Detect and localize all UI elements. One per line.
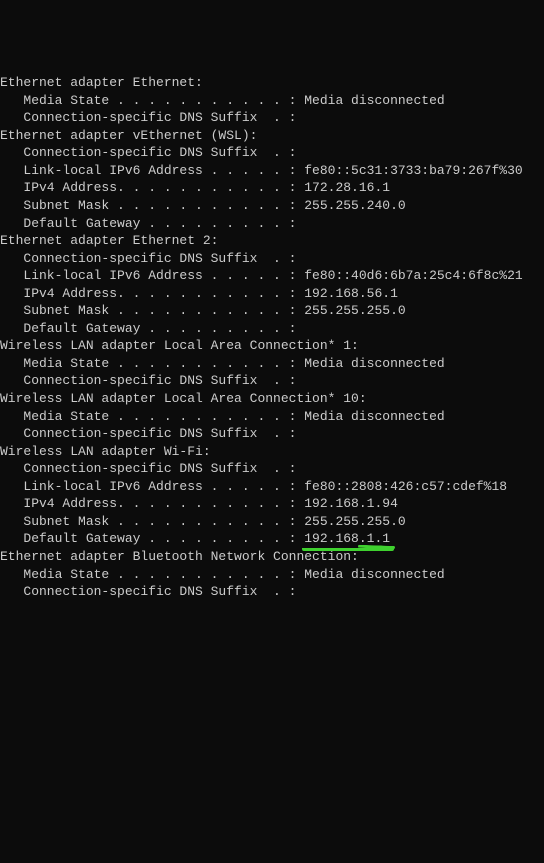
output-row: Media State . . . . . . . . . . . : Medi… — [0, 566, 544, 584]
output-row: IPv4 Address. . . . . . . . . . . : 172.… — [0, 179, 544, 197]
output-row: Subnet Mask . . . . . . . . . . . : 255.… — [0, 513, 544, 531]
output-row: Connection-specific DNS Suffix . : — [0, 425, 544, 443]
output-row: Default Gateway . . . . . . . . . : — [0, 215, 544, 233]
section-heading: Wireless LAN adapter Local Area Connecti… — [0, 337, 544, 355]
output-row: Media State . . . . . . . . . . . : Medi… — [0, 92, 544, 110]
output-row: IPv4 Address. . . . . . . . . . . : 192.… — [0, 495, 544, 513]
section-heading: Wireless LAN adapter Local Area Connecti… — [0, 390, 544, 408]
terminal-output: Ethernet adapter Ethernet: Media State .… — [0, 70, 544, 775]
output-row: Connection-specific DNS Suffix . : — [0, 250, 544, 268]
output-row: Link-local IPv6 Address . . . . . : fe80… — [0, 478, 544, 496]
output-row: Default Gateway . . . . . . . . . : — [0, 320, 544, 338]
section-heading: Ethernet adapter Bluetooth Network Conne… — [0, 548, 544, 566]
output-row: Connection-specific DNS Suffix . : — [0, 583, 544, 601]
output-row: Connection-specific DNS Suffix . : — [0, 109, 544, 127]
output-row: Connection-specific DNS Suffix . : — [0, 372, 544, 390]
output-row: Connection-specific DNS Suffix . : — [0, 460, 544, 478]
output-row: Connection-specific DNS Suffix . : — [0, 144, 544, 162]
highlighted-value: 192.168.1.1 — [304, 531, 390, 546]
section-heading: Ethernet adapter Ethernet 2: — [0, 232, 544, 250]
output-row: Subnet Mask . . . . . . . . . . . : 255.… — [0, 197, 544, 215]
output-row: Subnet Mask . . . . . . . . . . . : 255.… — [0, 302, 544, 320]
output-row: Link-local IPv6 Address . . . . . : fe80… — [0, 267, 544, 285]
output-row: Link-local IPv6 Address . . . . . : fe80… — [0, 162, 544, 180]
output-row: Media State . . . . . . . . . . . : Medi… — [0, 355, 544, 373]
section-heading: Ethernet adapter Ethernet: — [0, 74, 544, 92]
output-row: Media State . . . . . . . . . . . : Medi… — [0, 408, 544, 426]
output-row: IPv4 Address. . . . . . . . . . . : 192.… — [0, 285, 544, 303]
section-heading: Ethernet adapter vEthernet (WSL): — [0, 127, 544, 145]
output-row: Default Gateway . . . . . . . . . : 192.… — [0, 530, 544, 548]
section-heading: Wireless LAN adapter Wi-Fi: — [0, 443, 544, 461]
